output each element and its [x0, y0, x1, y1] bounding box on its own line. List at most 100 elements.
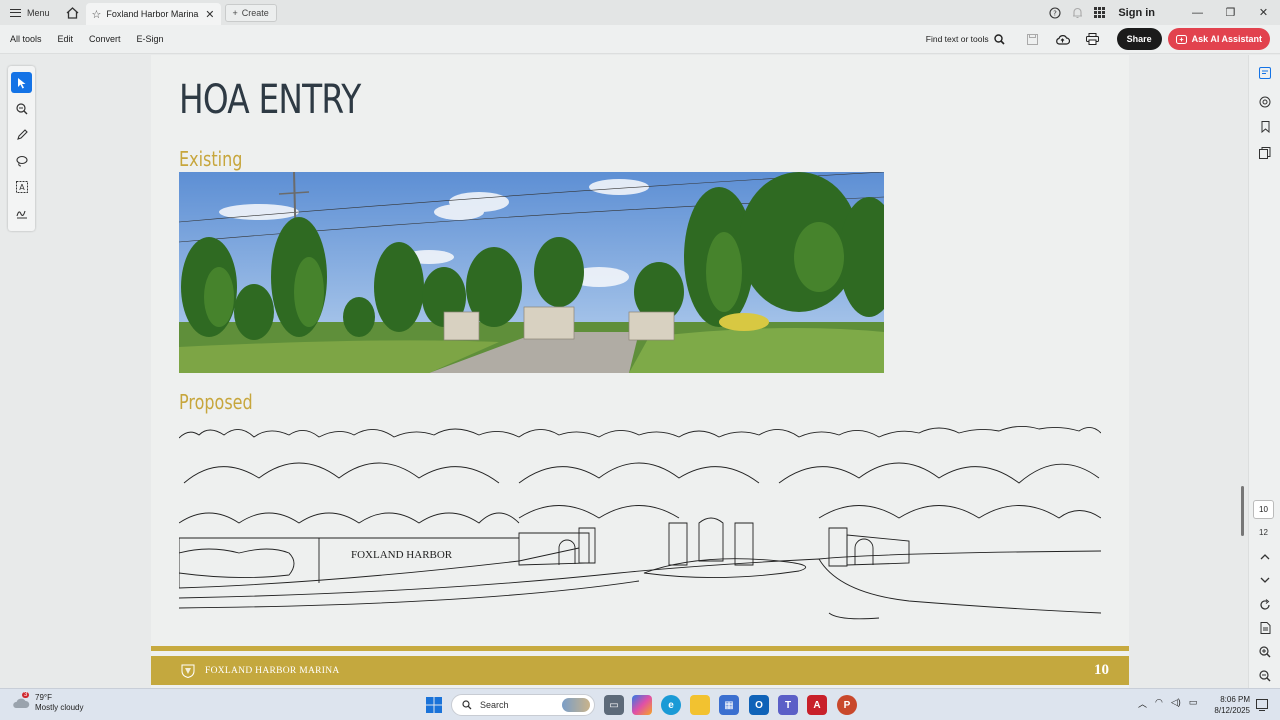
- sketch-sign-text: FOXLAND HARBOR: [351, 549, 453, 561]
- notification-icon[interactable]: [1256, 698, 1268, 711]
- home-icon: [66, 6, 79, 19]
- clock[interactable]: 8:06 PM 8/12/2025: [1208, 694, 1250, 716]
- create-button[interactable]: + Create: [224, 3, 277, 22]
- start-button[interactable]: [424, 695, 444, 715]
- select-tool-button[interactable]: [11, 72, 32, 93]
- find-label: Find text or tools: [925, 34, 989, 44]
- comment-panel-icon[interactable]: [1258, 66, 1272, 80]
- page-display-icon[interactable]: [1258, 621, 1272, 635]
- close-window-button[interactable]: ✕: [1247, 0, 1280, 25]
- windows-taskbar: 3 79°F Mostly cloudy Search ▭ e ▦ O T A …: [0, 688, 1280, 720]
- zoom-out-icon[interactable]: [1258, 669, 1272, 683]
- edit-button[interactable]: Edit: [58, 34, 74, 44]
- proposed-heading: Proposed: [179, 390, 253, 414]
- tab-title: Foxland Harbor Marina ...: [106, 9, 201, 19]
- quick-tools-rail: A: [8, 66, 35, 231]
- copilot-icon[interactable]: [632, 695, 652, 715]
- powerpoint-icon[interactable]: P: [837, 695, 857, 715]
- esign-button[interactable]: E-Sign: [137, 34, 164, 44]
- edge-icon[interactable]: e: [661, 695, 681, 715]
- bookmark-icon[interactable]: [1258, 120, 1272, 134]
- taskbar-search[interactable]: Search: [451, 694, 595, 716]
- clock-date: 8/12/2025: [1214, 706, 1250, 715]
- outlook-icon[interactable]: O: [749, 695, 769, 715]
- find-tools-search[interactable]: Find text or tools: [925, 33, 1005, 45]
- help-icon[interactable]: ?: [1044, 0, 1066, 25]
- page-footer: FOXLAND HARBOR MARINA 10: [151, 656, 1129, 685]
- ai-assistant-button[interactable]: Ask AI Assistant: [1167, 28, 1270, 50]
- search-icon: [993, 33, 1005, 45]
- store-icon[interactable]: ▦: [719, 695, 739, 715]
- zoom-in-icon[interactable]: [1258, 645, 1272, 659]
- vertical-scrollbar-thumb[interactable]: [1241, 486, 1244, 536]
- signature-icon: [15, 210, 27, 218]
- system-tray: ︿ ◠ ◁) ▭: [1138, 697, 1197, 710]
- restore-button[interactable]: ❐: [1214, 0, 1247, 25]
- total-pages-label: 12: [1259, 528, 1268, 537]
- file-explorer-icon[interactable]: [690, 695, 710, 715]
- title-bar: Menu ☆ Foxland Harbor Marina ... ✕ + Cre…: [0, 0, 1280, 25]
- document-tab[interactable]: ☆ Foxland Harbor Marina ... ✕: [85, 3, 221, 25]
- pen-icon: [16, 128, 28, 140]
- cloud-icon: 3: [12, 692, 30, 710]
- footer-title: FOXLAND HARBOR MARINA: [205, 665, 340, 676]
- weather-desc: Mostly cloudy: [35, 703, 84, 712]
- existing-heading: Existing: [179, 147, 243, 171]
- page-title: HOA ENTRY: [179, 77, 361, 123]
- weather-widget[interactable]: 3 79°F Mostly cloudy: [12, 692, 84, 713]
- lasso-tool-button[interactable]: [11, 150, 32, 171]
- main-toolbar: All tools Edit Convert E-Sign Find text …: [0, 25, 1280, 54]
- marina-logo-icon: [181, 664, 195, 678]
- convert-button[interactable]: Convert: [89, 34, 121, 44]
- menu-label: Menu: [27, 7, 50, 18]
- current-page-input[interactable]: 10: [1253, 500, 1274, 519]
- taskbar-search-icon: [462, 700, 472, 710]
- footer-page-number: 10: [1094, 662, 1109, 678]
- print-icon[interactable]: [1081, 28, 1105, 50]
- apps-grid-icon[interactable]: [1088, 0, 1110, 25]
- minimize-button[interactable]: —: [1181, 0, 1214, 25]
- menu-button[interactable]: Menu: [0, 0, 60, 25]
- task-view-icon[interactable]: ▭: [604, 695, 624, 715]
- search-highlight-icon: [562, 698, 590, 712]
- home-button[interactable]: [60, 0, 86, 25]
- pages-icon[interactable]: [1258, 146, 1272, 160]
- volume-icon[interactable]: ◁): [1171, 697, 1181, 710]
- taskbar-search-label: Search: [480, 700, 509, 710]
- teams-icon[interactable]: T: [778, 695, 798, 715]
- clock-time: 8:06 PM: [1220, 695, 1250, 704]
- all-tools-button[interactable]: All tools: [10, 34, 42, 44]
- zoom-icon: [15, 102, 27, 114]
- battery-icon[interactable]: ▭: [1189, 697, 1198, 710]
- lasso-icon: [15, 155, 28, 166]
- svg-text:?: ?: [1053, 9, 1057, 17]
- zoom-tool-button[interactable]: [11, 98, 32, 119]
- acrobat-icon[interactable]: A: [807, 695, 827, 715]
- tray-chevron-icon[interactable]: ︿: [1138, 697, 1147, 710]
- hamburger-icon: [10, 8, 21, 17]
- star-icon[interactable]: ☆: [92, 8, 102, 21]
- cloud-upload-icon[interactable]: [1051, 28, 1075, 50]
- ai-assistant-label: Ask AI Assistant: [1191, 34, 1262, 44]
- svg-text:A: A: [19, 183, 25, 192]
- draw-tool-button[interactable]: [11, 124, 32, 145]
- text-tool-button[interactable]: A: [11, 176, 32, 197]
- wifi-icon[interactable]: ◠: [1155, 697, 1163, 710]
- plus-icon: +: [232, 7, 238, 18]
- close-tab-icon[interactable]: ✕: [205, 8, 214, 21]
- sign-in-button[interactable]: Sign in: [1118, 7, 1155, 19]
- page-up-icon[interactable]: [1258, 550, 1272, 564]
- save-icon[interactable]: [1021, 28, 1045, 50]
- windows-logo-icon: [426, 697, 442, 713]
- cursor-icon: [17, 77, 25, 88]
- page-down-icon[interactable]: [1258, 573, 1272, 587]
- share-button[interactable]: Share: [1116, 28, 1162, 50]
- sign-tool-button[interactable]: [11, 202, 32, 223]
- bell-icon[interactable]: [1066, 0, 1088, 25]
- document-viewport[interactable]: HOA ENTRY Existing Proposed FOXLAND HARB…: [0, 55, 1248, 688]
- proposed-entry-sketch: FOXLAND HARBOR: [179, 426, 1101, 620]
- right-tools-panel: [1248, 55, 1280, 688]
- ai-chat-icon[interactable]: [1258, 95, 1272, 109]
- footer-rule: [151, 646, 1129, 651]
- rotate-icon[interactable]: [1258, 598, 1272, 612]
